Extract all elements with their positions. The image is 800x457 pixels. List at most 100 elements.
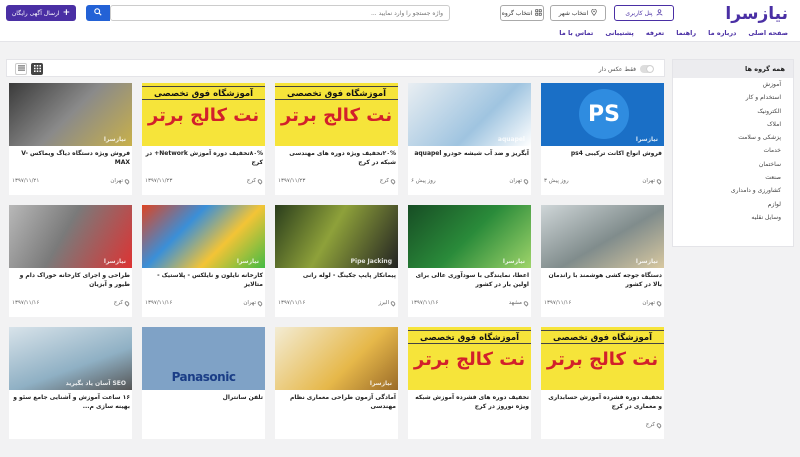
nav-item-pricing[interactable]: تعرفه <box>646 29 664 37</box>
sidebar-item-services[interactable]: خدمات <box>673 144 793 157</box>
banner-brand: نت کالج برتر <box>147 105 260 126</box>
listing-title[interactable]: اعطا، نمایندگی با سودآوری عالی برای اولی… <box>408 268 531 294</box>
post-ad-button[interactable]: + ارسال آگهی رایگان <box>6 5 76 21</box>
search-box <box>110 5 450 21</box>
listing-thumbnail[interactable]: آموزشگاه فوق تخصصی نت کالج برتر <box>408 327 531 390</box>
listing-title[interactable]: دستگاه جوجه کشی هوشمند با راندمان بالا د… <box>541 268 664 294</box>
listing-title[interactable]: تلفن سانترال <box>142 390 265 416</box>
nav-item-home[interactable]: صفحه اصلی <box>748 29 788 37</box>
listing-date: ۳ روز پیش <box>544 178 569 184</box>
listing-city: کرج <box>247 177 264 185</box>
listing-card[interactable]: SEO آسان یاد بگیرید ۱۶ ساعت آموزش و آشنای… <box>9 327 132 439</box>
sidebar-title: همه گروه ها <box>673 60 793 78</box>
grid-view-icon <box>33 64 41 74</box>
listing-thumbnail[interactable]: aquapel <box>408 83 531 146</box>
listing-title[interactable]: ۱۶ ساعت آموزش و آشنایی جامع سئو و بهینه … <box>9 390 132 416</box>
listing-card[interactable]: نیازسرا اعطا، نمایندگی با سودآوری عالی بر… <box>408 205 531 317</box>
list-icon <box>17 65 25 73</box>
select-group-label: انتخاب گروه <box>501 9 533 17</box>
listing-thumbnail[interactable]: PS نیازسرا <box>541 83 664 146</box>
listing-title[interactable]: ۸۰%تخفیف دوره آموزش Network+ در کرج <box>142 146 265 172</box>
sidebar-item-employment[interactable]: استخدام و کار <box>673 91 793 104</box>
user-panel-label: پنل کاربری <box>625 9 653 17</box>
listing-date: ۶ روز پیش <box>411 178 436 184</box>
grid-view-button[interactable] <box>31 63 43 75</box>
location-pin-icon <box>389 299 397 307</box>
listing-thumbnail[interactable]: نیازسرا <box>142 205 265 268</box>
location-pin-icon <box>655 299 663 307</box>
listing-thumbnail[interactable]: Panasonic <box>142 327 265 390</box>
listing-date: ۱۳۹۷/۱۱/۱۶ <box>12 300 40 306</box>
select-group-button[interactable]: انتخاب گروه <box>500 5 544 21</box>
user-panel-button[interactable]: پنل کاربری <box>614 5 674 21</box>
listing-title[interactable]: طراحی و اجرای کارخانه خوراک دام و طیور و… <box>9 268 132 294</box>
location-pin-icon <box>256 177 264 185</box>
sidebar-item-appliances[interactable]: لوازم <box>673 198 793 211</box>
listing-title[interactable]: آبگریز و ضد آب شیشه خودرو aquapel <box>408 146 531 172</box>
nav-item-guide[interactable]: راهنما <box>676 29 696 37</box>
listing-date: ۱۳۹۷/۱۱/۲۳ <box>278 178 306 184</box>
photo-only-toggle[interactable] <box>640 65 654 73</box>
listing-title[interactable]: تخفیف دوره های فشرده آموزش شبکه ویژه نور… <box>408 390 531 416</box>
listing-city: کرج <box>380 177 397 185</box>
listing-title[interactable]: کارخانه نایلون و نایلکس - پلاستیک - متال… <box>142 268 265 294</box>
listing-thumbnail[interactable]: نیازسرا <box>408 205 531 268</box>
listing-thumbnail[interactable]: نیازسرا <box>9 83 132 146</box>
sidebar-item-real-estate[interactable]: املاک <box>673 118 793 131</box>
nav-item-support[interactable]: پشتیبانی <box>605 29 633 37</box>
watermark: نیازسرا <box>369 380 392 387</box>
listing-card[interactable]: Pipe Jacking پیمانکار پایپ جکینگ - لوله ر… <box>275 205 398 317</box>
listing-card[interactable]: نیازسرا فروش ویژه دستگاه دیاگ ویماکس V-MA… <box>9 83 132 195</box>
site-logo[interactable]: نیازسرا <box>725 4 788 24</box>
banner-heading: آموزشگاه فوق تخصصی <box>553 333 652 343</box>
listing-title[interactable]: ۲۰%تخفیف ویژه دوره های مهندسی شبکه در کر… <box>275 146 398 172</box>
search-button[interactable] <box>86 5 110 21</box>
listing-thumbnail[interactable]: آموزشگاه فوق تخصصی نت کالج برتر <box>541 327 664 390</box>
listing-title[interactable]: فروش انواع اکانت ترکیبی ps4 <box>541 146 664 172</box>
banner-brand: نت کالج برتر <box>280 105 393 126</box>
listing-title[interactable]: پیمانکار پایپ جکینگ - لوله رانی <box>275 268 398 294</box>
watermark: نیازسرا <box>635 136 658 143</box>
listing-card[interactable]: آموزشگاه فوق تخصصی نت کالج برتر ۲۰%تخفیف و… <box>275 83 398 195</box>
listing-title[interactable]: آمادگی آزمون طراحی معماری نظام مهندسی <box>275 390 398 416</box>
listing-thumbnail[interactable]: آموزشگاه فوق تخصصی نت کالج برتر <box>275 83 398 146</box>
sidebar-item-education[interactable]: آموزش <box>673 78 793 91</box>
listing-card[interactable]: آموزشگاه فوق تخصصی نت کالج برتر ۸۰%تخفیف د… <box>142 83 265 195</box>
sidebar-item-industry[interactable]: صنعت <box>673 171 793 184</box>
listing-card[interactable]: Panasonic تلفن سانترال <box>142 327 265 439</box>
nav-item-about[interactable]: درباره ما <box>708 29 736 37</box>
listing-title[interactable]: فروش ویژه دستگاه دیاگ ویماکس V-MAX <box>9 146 132 172</box>
listing-date: ۱۳۹۷/۱۱/۲۳ <box>145 178 173 184</box>
listing-thumbnail[interactable]: Pipe Jacking <box>275 205 398 268</box>
listing-meta: کرج ۱۳۹۷/۱۱/۲۳ <box>142 172 265 185</box>
listing-thumbnail[interactable]: نیازسرا <box>541 205 664 268</box>
location-pin-icon <box>655 421 663 429</box>
listing-card[interactable]: نیازسرا آمادگی آزمون طراحی معماری نظام مه… <box>275 327 398 439</box>
select-city-button[interactable]: انتخاب شهر <box>550 5 606 21</box>
sidebar-item-health[interactable]: پزشکی و سلامت <box>673 131 793 144</box>
listing-thumbnail[interactable]: نیازسرا <box>275 327 398 390</box>
sidebar-item-agriculture[interactable]: کشاورزی و دامداری <box>673 184 793 197</box>
listing-card[interactable]: PS نیازسرا فروش انواع اکانت ترکیبی ps4 تهرا… <box>541 83 664 195</box>
banner-heading: آموزشگاه فوق تخصصی <box>287 89 386 99</box>
sidebar-item-vehicles[interactable]: وسایل نقلیه <box>673 211 793 224</box>
listing-title[interactable]: تخفیف دوره فشرده آموزش حسابداری و معماری… <box>541 390 664 416</box>
listing-card[interactable]: آموزشگاه فوق تخصصی نت کالج برتر تخفیف دوره… <box>541 327 664 439</box>
listing-thumbnail[interactable]: آموزشگاه فوق تخصصی نت کالج برتر <box>142 83 265 146</box>
banner-brand: نت کالج برتر <box>546 349 659 370</box>
sidebar-item-construction[interactable]: ساختمان <box>673 158 793 171</box>
list-view-button[interactable] <box>15 63 27 75</box>
location-pin-icon <box>522 177 530 185</box>
search-input[interactable] <box>111 6 449 20</box>
listing-card[interactable]: آموزشگاه فوق تخصصی نت کالج برتر تخفیف دوره… <box>408 327 531 439</box>
listing-card[interactable]: نیازسرا طراحی و اجرای کارخانه خوراک دام و… <box>9 205 132 317</box>
listing-card[interactable]: نیازسرا دستگاه جوجه کشی هوشمند با راندمان… <box>541 205 664 317</box>
listing-thumbnail[interactable]: نیازسرا <box>9 205 132 268</box>
listing-card[interactable]: نیازسرا کارخانه نایلون و نایلکس - پلاستیک… <box>142 205 265 317</box>
plus-icon: + <box>62 8 71 18</box>
sidebar-item-electronics[interactable]: الکترونیک <box>673 105 793 118</box>
nav-item-contact[interactable]: تماس با ما <box>559 29 593 37</box>
listing-meta <box>142 416 265 422</box>
listing-card[interactable]: aquapel آبگریز و ضد آب شیشه خودرو aquapel… <box>408 83 531 195</box>
listing-thumbnail[interactable]: SEO آسان یاد بگیرید <box>9 327 132 390</box>
